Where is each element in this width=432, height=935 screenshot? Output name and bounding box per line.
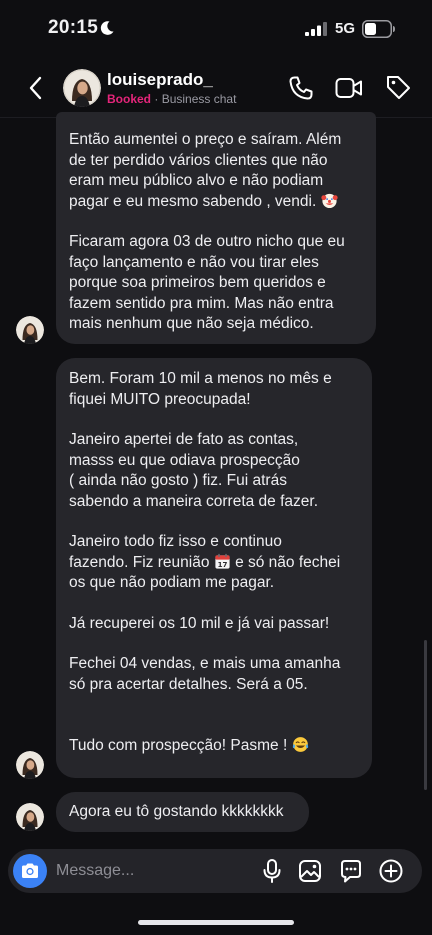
message-bubble[interactable]: Agora eu tô gostando kkkkkkkk xyxy=(56,792,309,832)
status-bar: 20:15 5G xyxy=(0,0,432,60)
sender-avatar[interactable] xyxy=(16,751,44,779)
business-chat-label: Business chat xyxy=(161,92,237,106)
network-label: 5G xyxy=(335,20,356,37)
message-paragraph: Então aumentei o preço e saíram. Além de… xyxy=(69,131,342,210)
tears-of-joy-emoji-icon xyxy=(292,737,308,752)
message-paragraph: Agora eu tô gostando kkkkkkkk xyxy=(69,803,284,820)
camera-button[interactable] xyxy=(13,854,47,888)
camera-icon xyxy=(22,863,38,878)
chat-header: louiseprado_ Booked · Business chat xyxy=(0,60,432,118)
contact-name[interactable]: louiseprado_ xyxy=(107,70,213,90)
message-text: Então aumentei o preço e saíram. Além de… xyxy=(69,130,363,212)
scrollbar[interactable] xyxy=(424,640,427,790)
message-paragraph: Ficaram agora 03 de outro nicho que eu f… xyxy=(69,233,345,332)
clown-emoji-icon xyxy=(320,193,338,208)
sticker-icon[interactable] xyxy=(338,858,364,884)
moon-icon xyxy=(100,21,114,35)
subtitle-separator: · xyxy=(154,92,159,106)
message-input[interactable] xyxy=(56,857,246,885)
mic-icon[interactable] xyxy=(260,858,284,884)
contact-subtitle: Booked · Business chat xyxy=(107,92,236,106)
status-time: 20:15 xyxy=(48,17,99,38)
video-icon[interactable] xyxy=(335,76,363,100)
message-paragraph: Bem. Foram 10 mil a menos no mês e fique… xyxy=(69,370,332,408)
message-paragraph: Janeiro apertei de fato as contas, masss… xyxy=(69,431,319,510)
back-icon[interactable] xyxy=(26,75,46,101)
phone-icon[interactable] xyxy=(288,75,314,101)
calendar-emoji-icon: 17 xyxy=(215,553,230,569)
message-composer xyxy=(8,849,422,893)
sender-avatar[interactable] xyxy=(16,803,44,831)
battery-icon xyxy=(362,20,395,38)
message-bubble[interactable]: Então aumentei o preço e saíram. Além de… xyxy=(56,112,376,344)
home-indicator[interactable] xyxy=(138,920,294,925)
svg-text:17: 17 xyxy=(217,560,227,569)
avatar[interactable] xyxy=(63,69,101,107)
plus-icon[interactable] xyxy=(378,858,404,884)
gallery-icon[interactable] xyxy=(298,859,322,883)
message-text: Tudo com prospecção! Pasme ! xyxy=(69,736,359,757)
message-paragraph: Já recuperei os 10 mil e já vai passar! xyxy=(69,614,330,632)
booked-badge: Booked xyxy=(107,92,152,106)
message-text: Janeiro todo fiz isso e continuo fazendo… xyxy=(69,532,359,594)
message-bubble[interactable]: Bem. Foram 10 mil a menos no mês e fique… xyxy=(56,358,372,778)
signal-icon xyxy=(305,22,327,36)
message-paragraph: Tudo com prospecção! Pasme ! xyxy=(69,737,288,754)
message-paragraph: Fechei 04 vendas, e mais uma amanha só p… xyxy=(69,655,341,693)
sender-avatar[interactable] xyxy=(16,316,44,344)
phone-screen: 20:15 5G louiseprado_ Booked · Business … xyxy=(0,0,432,935)
tag-icon[interactable] xyxy=(385,74,412,101)
